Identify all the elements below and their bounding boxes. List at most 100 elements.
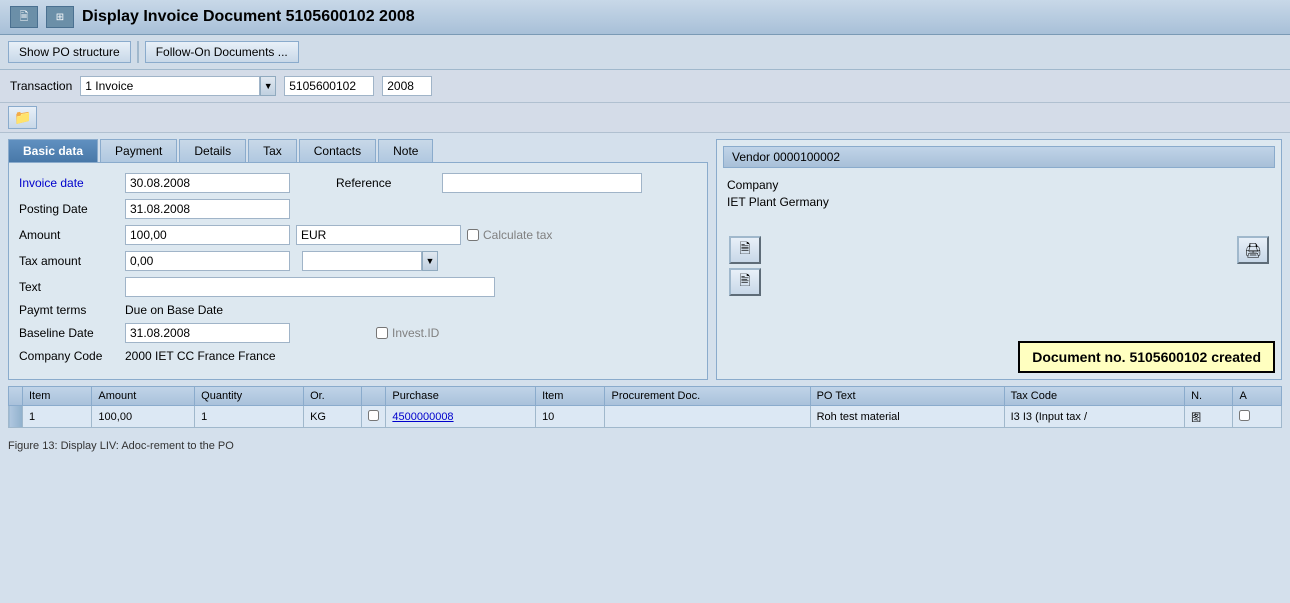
col-checkbox-h: [362, 387, 386, 406]
baseline-date-input[interactable]: [125, 323, 290, 343]
cell-quantity: 1: [195, 406, 304, 428]
posting-date-input[interactable]: [125, 199, 290, 219]
follow-on-documents-button[interactable]: Follow-On Documents ...: [145, 41, 299, 63]
text-label: Text: [19, 280, 119, 294]
invoice-date-label: Invoice date: [19, 176, 119, 190]
left-panel: Basic data Payment Details Tax Contacts …: [8, 139, 708, 380]
title-bar: 🗎 ⊞ Display Invoice Document 5105600102 …: [0, 0, 1290, 35]
reference-input[interactable]: [442, 173, 642, 193]
vendor-header: Vendor 0000100002: [723, 146, 1275, 168]
transaction-input-group: ▼: [80, 76, 276, 96]
amount-label: Amount: [19, 228, 119, 242]
vendor-print-button[interactable]: 🖨: [1237, 236, 1269, 264]
tab-basic-data[interactable]: Basic data: [8, 139, 98, 162]
amount-row: Amount Calculate tax: [19, 225, 697, 245]
figure-caption: Figure 13: Display LIV: Adoc-rement to t…: [0, 436, 1290, 456]
cell-tax-code: I3 I3 (Input tax /: [1004, 406, 1184, 428]
text-input[interactable]: [125, 277, 495, 297]
col-selector: [9, 387, 23, 406]
main-area: Basic data Payment Details Tax Contacts …: [0, 133, 1290, 386]
calculate-tax-label: Calculate tax: [483, 228, 552, 242]
baseline-date-row: Baseline Date Invest.ID: [19, 323, 697, 343]
show-po-structure-button[interactable]: Show PO structure: [8, 41, 131, 63]
tax-amount-input[interactable]: [125, 251, 290, 271]
toolbar: Show PO structure Follow-On Documents ..…: [0, 35, 1290, 70]
vendor-panel: Vendor 0000100002 Company IET Plant Germ…: [716, 139, 1282, 380]
col-purchase: Purchase: [386, 387, 536, 406]
transaction-label: Transaction: [10, 79, 72, 93]
app-icon2: ⊞: [46, 6, 74, 28]
table-section: Item Amount Quantity Or. Purchase Item P…: [0, 386, 1290, 436]
cell-a: [1233, 406, 1282, 428]
invoice-date-input[interactable]: [125, 173, 290, 193]
cell-item2: 10: [536, 406, 605, 428]
cell-unit: KG: [304, 406, 362, 428]
col-or: Or.: [304, 387, 362, 406]
invest-id-label: Invest.ID: [392, 326, 439, 340]
company-value: IET Plant Germany: [727, 195, 1271, 209]
cell-purchase[interactable]: 4500000008: [386, 406, 536, 428]
paymt-terms-row: Paymt terms Due on Base Date: [19, 303, 697, 317]
col-n: N.: [1185, 387, 1233, 406]
calculate-tax-area: Calculate tax: [467, 228, 552, 242]
table-row: 1 100,00 1 KG 4500000008 10 Roh test mat…: [9, 406, 1282, 428]
invest-id-checkbox[interactable]: [376, 327, 388, 339]
cell-amount: 100,00: [92, 406, 195, 428]
items-table: Item Amount Quantity Or. Purchase Item P…: [8, 386, 1282, 428]
col-tax-code: Tax Code: [1004, 387, 1184, 406]
tab-contacts[interactable]: Contacts: [299, 139, 376, 162]
cell-checkbox[interactable]: [362, 406, 386, 428]
transaction-input[interactable]: [80, 76, 260, 96]
amount-input[interactable]: [125, 225, 290, 245]
vendor-info: Company IET Plant Germany: [723, 174, 1275, 216]
tax-select-dropdown[interactable]: ▼: [422, 251, 438, 271]
col-quantity: Quantity: [195, 387, 304, 406]
table-header-row: Item Amount Quantity Or. Purchase Item P…: [9, 387, 1282, 406]
vendor-icon-button-1[interactable]: 🗎: [729, 236, 761, 264]
invest-id-area: Invest.ID: [376, 326, 439, 340]
col-po-text: PO Text: [810, 387, 1004, 406]
folder-button[interactable]: 📁: [8, 106, 37, 129]
posting-date-label: Posting Date: [19, 202, 119, 216]
text-row: Text: [19, 277, 697, 297]
row-selector[interactable]: [9, 406, 23, 428]
currency-input[interactable]: [296, 225, 461, 245]
reference-label: Reference: [336, 176, 436, 190]
app-icon: 🗎: [10, 6, 38, 28]
doc-year-input[interactable]: [382, 76, 432, 96]
tax-select-group: ▼: [302, 251, 438, 271]
col-amount: Amount: [92, 387, 195, 406]
form-panel: Invoice date Reference Posting Date Amou…: [8, 162, 708, 380]
vendor-icons-row: 🗎 🖹 🖨: [723, 226, 1275, 306]
tab-note[interactable]: Note: [378, 139, 433, 162]
transaction-dropdown-button[interactable]: ▼: [260, 76, 276, 96]
col-item2: Item: [536, 387, 605, 406]
tax-amount-row: Tax amount ▼: [19, 251, 697, 271]
cell-item: 1: [23, 406, 92, 428]
tabs-row: Basic data Payment Details Tax Contacts …: [8, 139, 708, 162]
cell-n: 图: [1185, 406, 1233, 428]
doc-number-input[interactable]: [284, 76, 374, 96]
tab-payment[interactable]: Payment: [100, 139, 177, 162]
cell-po-text: Roh test material: [810, 406, 1004, 428]
company-code-label: Company Code: [19, 349, 119, 363]
col-a: A: [1233, 387, 1282, 406]
tab-details[interactable]: Details: [179, 139, 246, 162]
page-title: Display Invoice Document 5105600102 2008: [82, 8, 415, 26]
company-code-value: 2000 IET CC France France: [125, 349, 276, 363]
posting-date-row: Posting Date: [19, 199, 697, 219]
col-procurement: Procurement Doc.: [605, 387, 810, 406]
tax-amount-label: Tax amount: [19, 254, 119, 268]
transaction-row: Transaction ▼: [0, 70, 1290, 103]
col-item: Item: [23, 387, 92, 406]
doc-created-message: Document no. 5105600102 created: [1018, 341, 1275, 373]
separator: [137, 41, 139, 63]
cell-procurement: [605, 406, 810, 428]
tab-tax[interactable]: Tax: [248, 139, 297, 162]
baseline-date-label: Baseline Date: [19, 326, 119, 340]
company-label: Company: [727, 178, 1271, 192]
calculate-tax-checkbox[interactable]: [467, 229, 479, 241]
purchase-link[interactable]: 4500000008: [392, 411, 453, 423]
vendor-icon-button-2[interactable]: 🖹: [729, 268, 761, 296]
tax-select-input[interactable]: [302, 251, 422, 271]
